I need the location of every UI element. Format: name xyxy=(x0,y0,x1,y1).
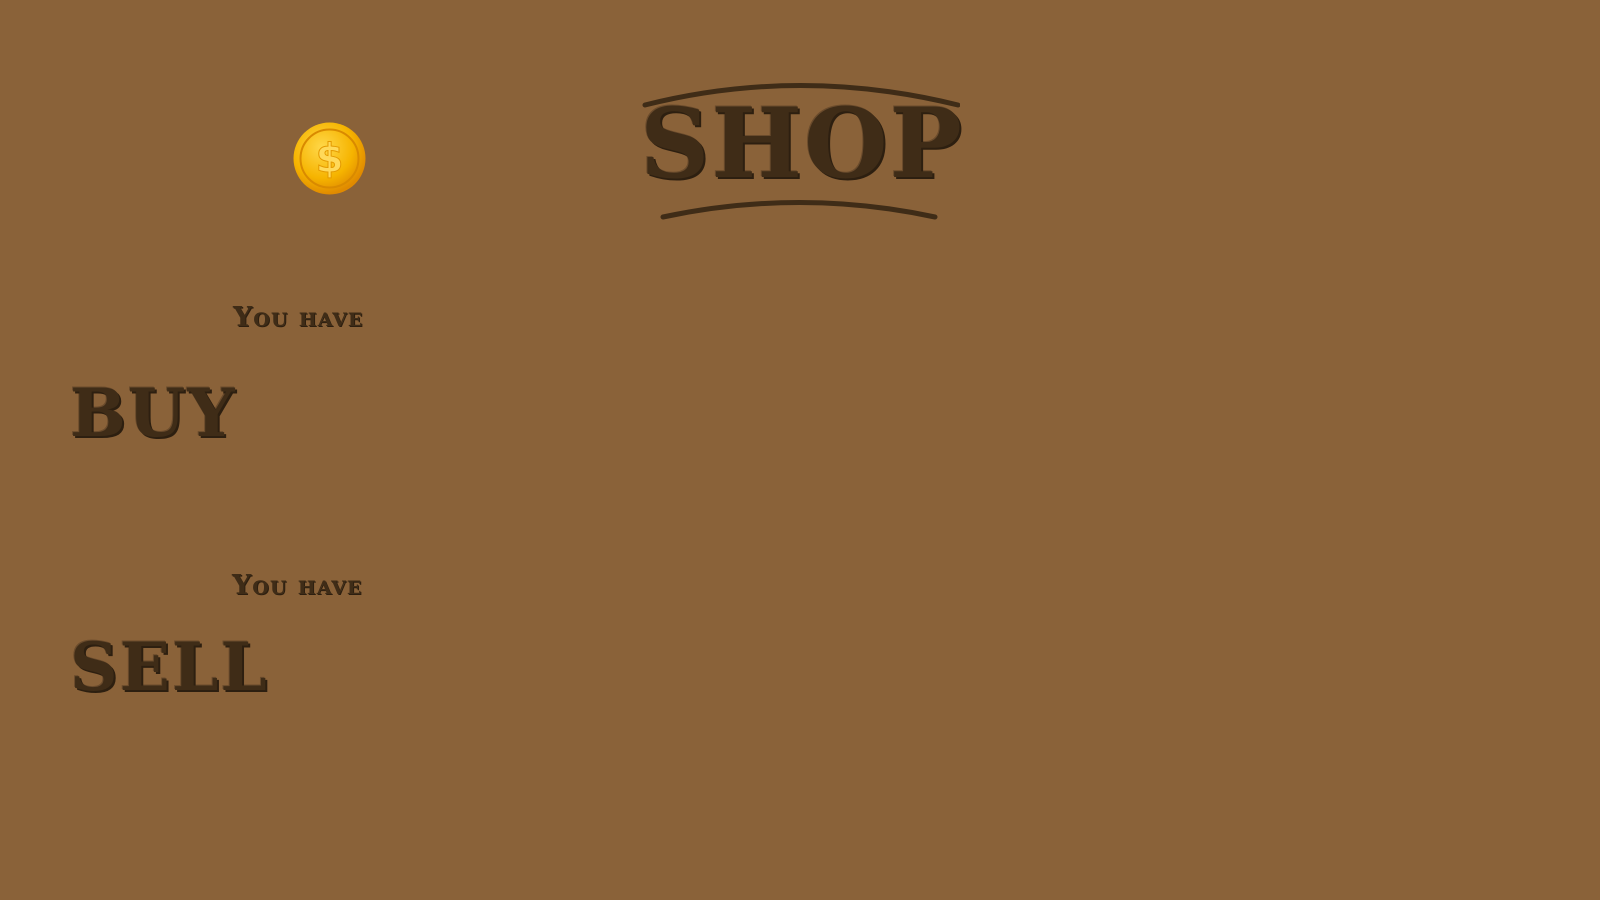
svg-text:$: $ xyxy=(316,136,344,182)
buy-button[interactable]: BUY xyxy=(70,374,236,452)
sell-button[interactable]: SELL xyxy=(70,628,269,706)
dollar-coin-icon: $ xyxy=(293,122,366,195)
shop-title: SHOP xyxy=(640,87,964,200)
buy-you-have-label: You have xyxy=(233,302,364,333)
sell-you-have-label: You have xyxy=(232,570,363,601)
shop-header: SHOP xyxy=(640,76,964,226)
